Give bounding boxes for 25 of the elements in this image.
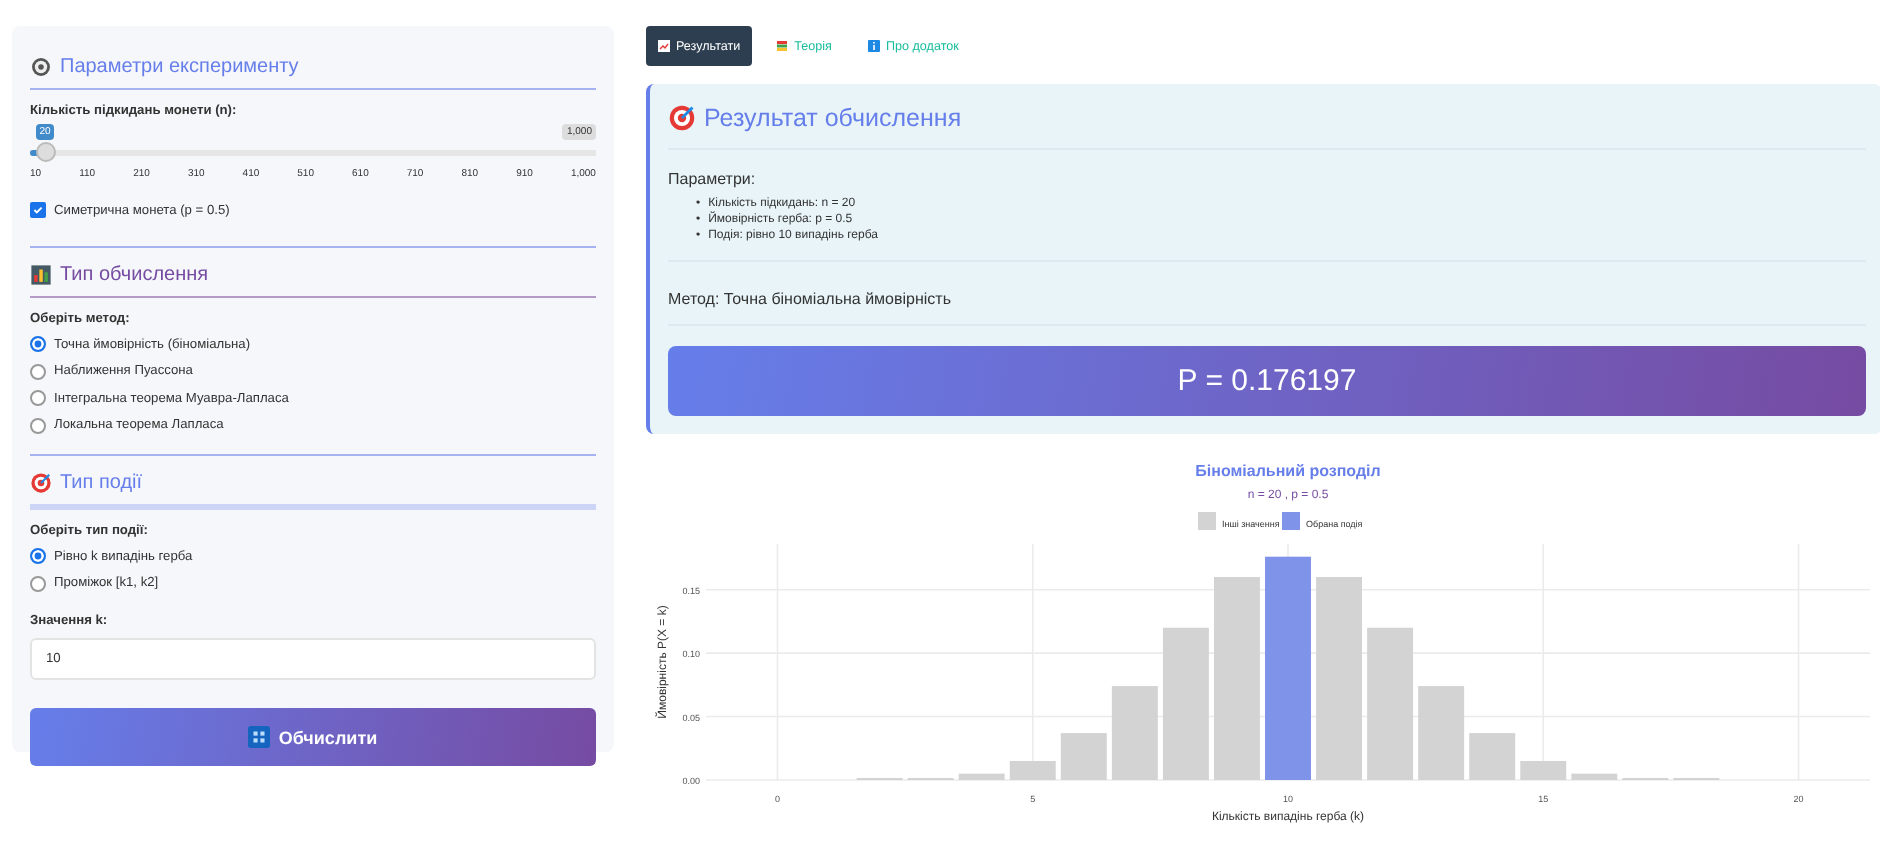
result-title: Результат обчислення xyxy=(704,104,962,132)
info-icon xyxy=(867,40,880,52)
target-icon xyxy=(668,104,696,132)
radio-button[interactable] xyxy=(30,548,46,564)
radio-button[interactable] xyxy=(30,336,46,352)
section-title: Параметри експерименту xyxy=(60,56,299,78)
radio-button[interactable] xyxy=(30,417,46,433)
method-text: Метод: Точна біноміальна ймовірність xyxy=(668,290,953,308)
radio-button[interactable] xyxy=(30,575,46,591)
chart-title: Біноміальний розподіл xyxy=(1195,462,1381,480)
radio-button[interactable] xyxy=(30,363,46,379)
probability-banner: P = 0.176197 xyxy=(668,346,1866,416)
gear-icon xyxy=(30,56,52,78)
parameters-heading: Параметри: xyxy=(668,170,758,188)
section-title: Тип обчислення xyxy=(60,264,209,286)
target-icon xyxy=(30,472,52,494)
slider-handle[interactable] xyxy=(35,142,56,162)
radio-button[interactable] xyxy=(30,390,46,406)
calculate-button[interactable]: Обчислити xyxy=(30,708,596,766)
bar-chart-icon xyxy=(30,264,52,286)
checkbox[interactable] xyxy=(30,202,46,218)
chart-icon xyxy=(658,40,670,52)
book-icon xyxy=(776,40,789,52)
grid-icon xyxy=(248,726,271,748)
section-title: Тип події xyxy=(60,472,143,494)
